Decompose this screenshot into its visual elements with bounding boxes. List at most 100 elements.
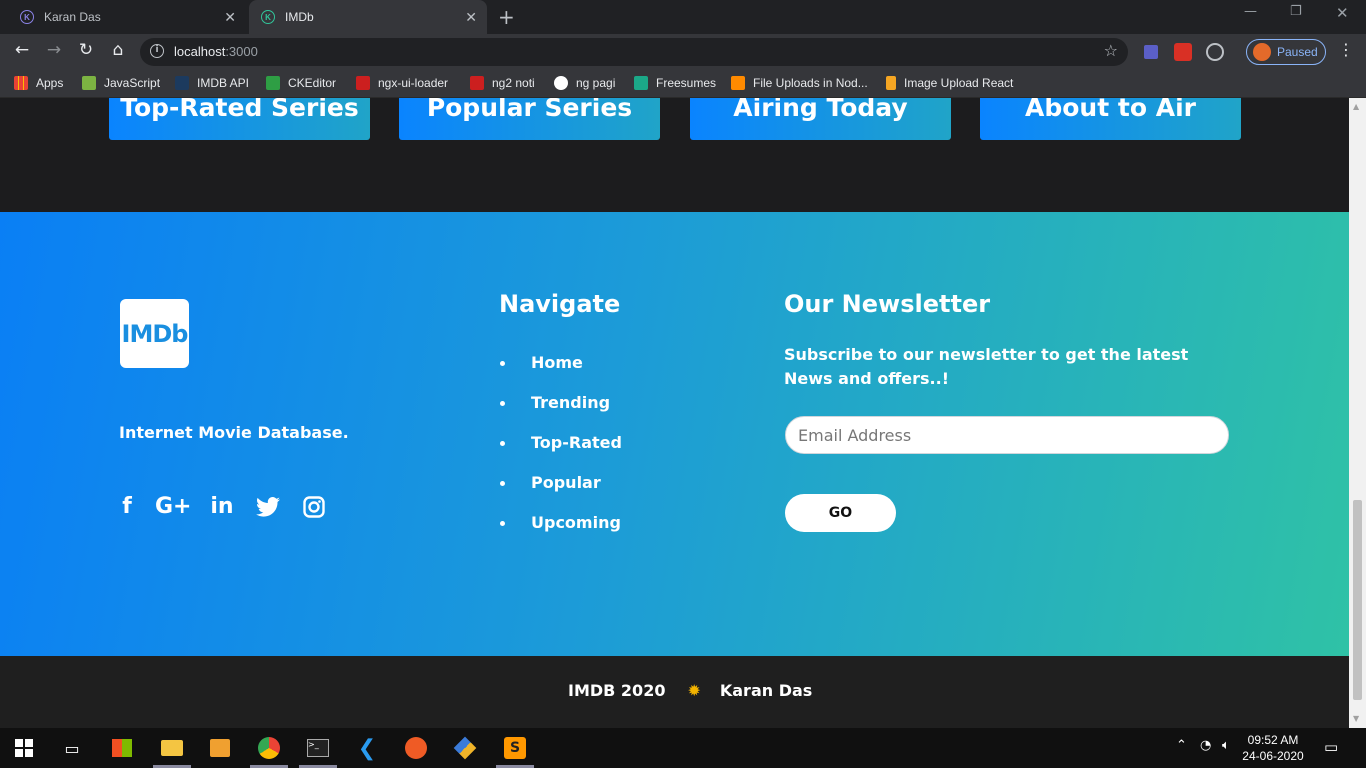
chrome-shape	[258, 737, 280, 759]
instagram-icon[interactable]	[299, 492, 329, 522]
scrollbar-thumb[interactable]	[1353, 500, 1362, 700]
bookmark-apps[interactable]: Apps	[14, 76, 63, 90]
close-tab-icon[interactable]: ✕	[224, 9, 236, 26]
credit-line: IMDB 2020 ✹ Karan Das	[568, 681, 812, 700]
profile-paused-button[interactable]: Paused	[1246, 39, 1326, 65]
site-footer: IMDb Internet Movie Database. f G+ in Na…	[0, 212, 1349, 656]
git-tool-icon[interactable]	[453, 736, 477, 760]
browser-menu-icon[interactable]: ⋮	[1338, 40, 1354, 59]
email-field[interactable]	[785, 416, 1229, 454]
bookmark-icon	[82, 76, 96, 90]
bookmark-freesumes[interactable]: Freesumes	[634, 76, 716, 90]
bookmark-label: File Uploads in Nod...	[753, 76, 868, 90]
reload-icon[interactable]: ↻	[74, 40, 98, 60]
bookmark-imdb-api[interactable]: IMDB API	[175, 76, 249, 90]
new-tab-icon[interactable]: +	[498, 5, 515, 29]
bookmark-ng2-noti[interactable]: ng2 noti	[470, 76, 535, 90]
url-text[interactable]: localhost:3000	[174, 44, 258, 59]
globe-icon	[554, 76, 568, 90]
site-info-icon[interactable]: i	[150, 44, 164, 58]
system-clock[interactable]: 09:52 AM 24-06-2020	[1240, 732, 1306, 764]
twitter-icon[interactable]	[253, 492, 283, 522]
navigate-heading: Navigate	[499, 290, 621, 318]
url-host: localhost	[174, 44, 226, 59]
scroll-up-icon[interactable]: ▲	[1353, 102, 1359, 111]
close-window-icon[interactable]: ✕	[1336, 4, 1349, 22]
bookmark-icon	[731, 76, 745, 90]
bookmark-label: Image Upload React	[904, 76, 1014, 90]
category-label: Airing Today	[733, 98, 908, 122]
bookmark-ngx-ui-loader[interactable]: ngx-ui-loader	[356, 76, 448, 90]
file-explorer-icon[interactable]	[160, 736, 184, 760]
tab-imdb[interactable]: K IMDb ✕	[249, 0, 487, 34]
twitter-bird-shape	[256, 497, 280, 517]
restore-icon[interactable]: ❐	[1290, 4, 1302, 19]
tab-label: Karan Das	[44, 10, 101, 24]
bookmark-star-icon[interactable]: ☆	[1104, 41, 1118, 60]
network-icon[interactable]: ◔	[1200, 738, 1211, 753]
volume-icon[interactable]: 🔈︎	[1222, 738, 1230, 753]
sublime-text-icon[interactable]: S	[503, 736, 527, 760]
chrome-icon[interactable]	[257, 736, 281, 760]
bookmark-icon	[175, 76, 189, 90]
category-button-top-rated-series[interactable]: Top-Rated Series	[109, 98, 370, 140]
linkedin-icon[interactable]: in	[207, 492, 237, 522]
store-bag-shape	[112, 739, 132, 757]
browser-tab-bar: K Karan Das ✕ K IMDb ✕ + — ❐ ✕	[0, 0, 1366, 34]
bookmark-file-uploads[interactable]: File Uploads in Nod...	[731, 76, 868, 90]
category-button-airing-today[interactable]: Airing Today	[690, 98, 951, 140]
task-view-icon[interactable]: ▭	[60, 736, 84, 760]
go-button[interactable]: GO	[785, 494, 896, 532]
footer-link-trending[interactable]: Trending	[500, 392, 622, 432]
extension-icon[interactable]	[1174, 43, 1192, 61]
google-plus-icon[interactable]: G+	[155, 492, 192, 522]
back-icon[interactable]: ←	[10, 40, 34, 60]
close-tab-icon[interactable]: ✕	[465, 9, 477, 26]
terminal-icon[interactable]: >_	[306, 736, 330, 760]
bookmark-label: ngx-ui-loader	[378, 76, 449, 90]
category-button-about-to-air[interactable]: About to Air	[980, 98, 1241, 140]
home-icon[interactable]: ⌂	[106, 40, 130, 60]
forward-icon[interactable]: →	[42, 40, 66, 60]
category-button-popular-series[interactable]: Popular Series	[399, 98, 660, 140]
bookmark-icon	[356, 76, 370, 90]
bookmark-javascript[interactable]: JavaScript	[82, 76, 160, 90]
bookmark-image-upload-react[interactable]: Image Upload React	[886, 76, 1013, 90]
footer-link-popular[interactable]: Popular	[500, 472, 622, 512]
store-icon[interactable]	[110, 736, 134, 760]
bookmark-icon	[470, 76, 484, 90]
clock-time: 09:52 AM	[1247, 733, 1299, 747]
footer-link-home[interactable]: Home	[500, 352, 622, 392]
copyright-bar: IMDB 2020 ✹ Karan Das	[0, 656, 1349, 728]
bookmark-label: IMDB API	[197, 76, 250, 90]
folder-shape	[161, 740, 183, 756]
minimize-icon[interactable]: —	[1244, 4, 1257, 19]
bookmark-ckeditor[interactable]: CKEditor	[266, 76, 336, 90]
imdb-logo[interactable]: IMDb	[120, 299, 189, 368]
footer-link-upcoming[interactable]: Upcoming	[500, 512, 622, 552]
vscode-icon[interactable]: ❮	[355, 736, 379, 761]
notifications-icon[interactable]: ▭	[1324, 738, 1338, 756]
footer-nav-list: Home Trending Top-Rated Popular Upcoming	[500, 352, 622, 552]
omnibox[interactable]: i localhost:3000 ☆	[140, 38, 1128, 66]
bookmark-ng-pagi[interactable]: ng pagi	[554, 76, 615, 90]
media-player-icon[interactable]	[208, 736, 232, 760]
extension-icon[interactable]	[1206, 43, 1224, 61]
show-hidden-icons-icon[interactable]: ⌃	[1176, 738, 1187, 753]
category-label: Popular Series	[426, 98, 633, 122]
footer-tagline: Internet Movie Database.	[119, 423, 349, 442]
windows-start-icon[interactable]	[12, 736, 36, 760]
extension-icon[interactable]	[1144, 45, 1158, 59]
scroll-down-icon[interactable]: ▼	[1353, 714, 1359, 723]
sun-icon: ✹	[687, 681, 701, 700]
tab-karan-das[interactable]: K Karan Das ✕	[8, 0, 246, 34]
page-viewport: Top-Rated Series Popular Series Airing T…	[0, 98, 1349, 728]
footer-link-top-rated[interactable]: Top-Rated	[500, 432, 622, 472]
tab-label: IMDb	[285, 10, 314, 24]
facebook-icon[interactable]: f	[112, 492, 142, 522]
avatar	[1253, 43, 1271, 61]
apps-icon	[14, 76, 28, 90]
postman-icon[interactable]	[404, 736, 428, 760]
page-scrollbar[interactable]: ▲ ▼	[1349, 98, 1366, 728]
bookmark-label: ng pagi	[576, 76, 616, 90]
